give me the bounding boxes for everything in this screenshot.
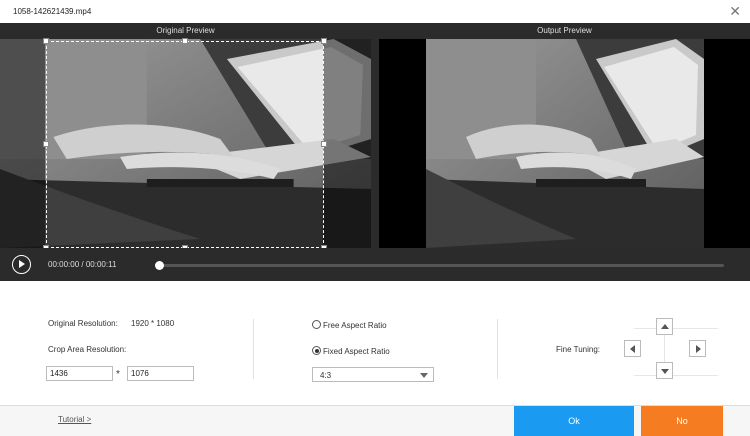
no-button[interactable]: No — [641, 406, 723, 436]
crop-mask-right — [323, 39, 371, 248]
output-preview-label: Output Preview — [379, 23, 750, 39]
original-resolution-label: Original Resolution: — [48, 319, 118, 328]
total-time: 00:00:11 — [85, 260, 117, 269]
close-icon[interactable]: ✕ — [729, 3, 741, 20]
crop-handle-top-right[interactable] — [321, 38, 327, 44]
crop-size-separator: * — [116, 369, 120, 380]
crop-handle-top-left[interactable] — [43, 38, 49, 44]
chevron-down-icon — [420, 373, 428, 378]
nudge-left-button[interactable] — [624, 340, 641, 357]
preview-divider — [371, 23, 379, 248]
window-title: 1058-142621439.mp4 — [13, 7, 92, 16]
footer-bar: Tutorial > Ok No — [0, 405, 750, 436]
ok-button[interactable]: Ok — [514, 406, 634, 436]
timeline-thumb[interactable] — [155, 261, 164, 270]
fine-tuning-label: Fine Tuning: — [556, 345, 601, 354]
laptop-scene-output-image — [426, 39, 704, 248]
preview-area: Original Preview Output Preview 00:00:00… — [0, 23, 750, 281]
crop-area-resolution-label: Crop Area Resolution: — [48, 345, 127, 354]
output-video-frame — [426, 39, 704, 248]
timeline-track[interactable] — [160, 264, 724, 267]
time-display: 00:00:00 / 00:00:11 — [48, 260, 116, 269]
nudge-up-button[interactable] — [656, 318, 673, 335]
nudge-right-button[interactable] — [689, 340, 706, 357]
nudge-down-button[interactable] — [656, 362, 673, 379]
settings-panel: Original Resolution: 1920 * 1080 Crop Ar… — [0, 281, 750, 405]
crop-width-input[interactable] — [46, 366, 113, 381]
crop-mask-left — [0, 39, 45, 248]
current-time: 00:00:00 — [48, 260, 80, 269]
crop-handle-right[interactable] — [321, 141, 327, 147]
tutorial-link[interactable]: Tutorial > — [58, 415, 91, 424]
playback-controls: 00:00:00 / 00:00:11 — [0, 248, 750, 281]
aspect-ratio-value: 4:3 — [320, 371, 332, 380]
fixed-aspect-label: Fixed Aspect Ratio — [323, 347, 390, 356]
crop-height-input[interactable] — [127, 366, 194, 381]
crop-handle-top[interactable] — [182, 38, 188, 44]
fixed-aspect-radio[interactable] — [312, 346, 321, 355]
crop-handle-left[interactable] — [43, 141, 49, 147]
original-resolution-value: 1920 * 1080 — [131, 319, 175, 328]
title-bar: 1058-142621439.mp4 ✕ — [0, 0, 750, 23]
settings-divider-1 — [253, 319, 254, 379]
aspect-ratio-select[interactable]: 4:3 — [312, 367, 434, 382]
arrow-up-icon — [661, 324, 669, 329]
time-separator: / — [81, 260, 84, 269]
arrow-left-icon — [630, 345, 635, 353]
crop-selection-box[interactable] — [43, 38, 327, 251]
arrow-down-icon — [661, 369, 669, 374]
play-icon[interactable] — [12, 255, 31, 274]
original-preview-label: Original Preview — [0, 23, 371, 39]
settings-divider-2 — [497, 319, 498, 379]
free-aspect-radio[interactable] — [312, 320, 321, 329]
free-aspect-label: Free Aspect Ratio — [323, 321, 387, 330]
arrow-right-icon — [696, 345, 701, 353]
